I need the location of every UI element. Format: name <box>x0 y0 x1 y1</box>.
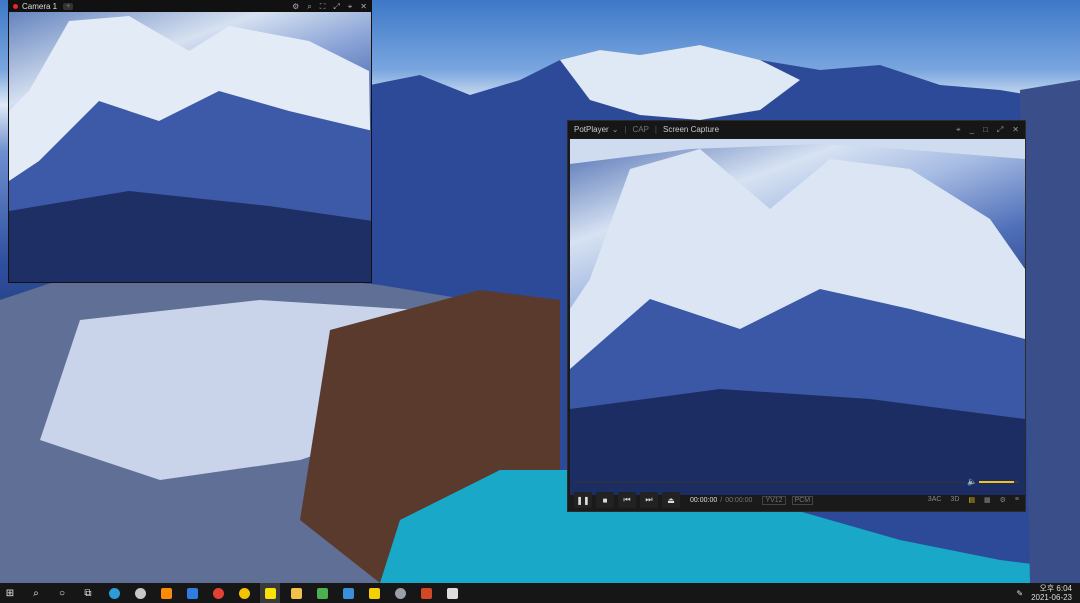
system-tray: ✎ 오후 6:04 2021-06-23 <box>1016 584 1080 602</box>
windows-start-icon[interactable]: ⊞ <box>0 583 20 603</box>
pen-icon[interactable]: ✎ <box>1016 589 1023 598</box>
time-total: 00:00:00 <box>725 496 753 504</box>
store-icon[interactable] <box>442 583 462 603</box>
edge-icon[interactable] <box>104 583 124 603</box>
app-globe-icon[interactable] <box>390 583 410 603</box>
record-indicator-icon <box>13 4 18 9</box>
pin-icon[interactable]: ⌖ <box>348 2 353 12</box>
playlist-icon[interactable]: ▦ <box>984 496 991 504</box>
camera-title: Camera 1 <box>22 2 58 11</box>
control-bar: ❚❚ ■ ⏮ ⏭ ⏏ 00:00:00 / 00:00:00 YV12 PCM … <box>568 489 1025 511</box>
seek-bar[interactable]: 🔈 <box>570 477 1025 487</box>
fit-icon[interactable]: ⛶ <box>320 2 326 12</box>
camera-preview <box>9 16 371 282</box>
app-a-icon[interactable] <box>130 583 150 603</box>
seek-track[interactable] <box>574 482 965 483</box>
volume-fill <box>979 481 1015 483</box>
audio-format-badge: PCM <box>791 495 814 505</box>
captured-frame <box>570 139 1025 495</box>
clock-time: 오후 6:04 <box>1039 584 1072 593</box>
cortana-icon[interactable]: ○ <box>52 583 72 603</box>
chevron-down-icon[interactable]: ⌄ <box>612 125 619 134</box>
minimize-icon[interactable]: _ <box>970 125 974 135</box>
gear-icon[interactable]: ⚙ <box>1000 496 1006 504</box>
file-explorer-icon[interactable] <box>286 583 306 603</box>
app-note-icon[interactable] <box>364 583 384 603</box>
potplayer-window[interactable]: PotPlayer ⌄ | CAP | Screen Capture ⌖ _ □… <box>567 120 1026 512</box>
chrome-icon[interactable] <box>208 583 228 603</box>
sublime-icon[interactable] <box>156 583 176 603</box>
photos-icon[interactable] <box>338 583 358 603</box>
stop-button[interactable]: ■ <box>596 492 614 508</box>
menu-icon[interactable]: ≡ <box>1015 496 1019 504</box>
app-green-icon[interactable] <box>312 583 332 603</box>
maximize-icon[interactable]: □ <box>983 125 988 135</box>
time-current: 00:00:00 <box>690 496 718 504</box>
camera-overlay-window[interactable]: Camera 1 + ⚙ ⌕ ⛶ ⤢ ⌖ ✕ <box>8 0 372 283</box>
search-icon[interactable]: ⌕ <box>26 583 46 603</box>
player-title-bar: PotPlayer ⌄ | CAP | Screen Capture ⌖ _ □… <box>568 121 1025 138</box>
eject-button[interactable]: ⏏ <box>662 492 680 508</box>
fullscreen-icon[interactable]: ⤢ <box>997 125 1003 135</box>
video-area[interactable] <box>570 139 1025 495</box>
taskbar: ⊞ ⌕ ○ ⧉ ✎ 오후 6:04 2021-06-23 <box>0 583 1080 603</box>
app-yellow-icon[interactable] <box>234 583 254 603</box>
camera-add-button[interactable]: + <box>63 3 74 10</box>
volume-icon[interactable]: 🔈 <box>967 477 977 486</box>
todo-icon[interactable] <box>182 583 202 603</box>
video-format-badge: YV12 <box>762 495 786 505</box>
desktop-wallpaper: Camera 1 + ⚙ ⌕ ⛶ ⤢ ⌖ ✕ PotPlayer ⌄ | CAP… <box>0 0 1080 583</box>
fullscreen-icon[interactable]: ⤢ <box>333 2 339 12</box>
volume-slider[interactable] <box>979 481 1019 483</box>
close-icon[interactable]: ✕ <box>360 2 367 12</box>
task-view-icon[interactable]: ⧉ <box>78 583 98 603</box>
pause-button[interactable]: ❚❚ <box>574 492 592 508</box>
time-separator: / <box>720 496 723 504</box>
clock[interactable]: 오후 6:04 2021-06-23 <box>1031 584 1072 602</box>
app-menu-button[interactable]: PotPlayer <box>574 125 609 134</box>
gear-icon[interactable]: ⚙ <box>292 2 299 12</box>
3d-button[interactable]: 3D <box>950 496 959 504</box>
player-title: Screen Capture <box>663 125 720 134</box>
previous-button[interactable]: ⏮ <box>618 492 636 508</box>
capture-icon[interactable]: ▤ <box>968 496 975 504</box>
camera-title-bar: Camera 1 + ⚙ ⌕ ⛶ ⤢ ⌖ ✕ <box>9 1 371 12</box>
close-icon[interactable]: ✕ <box>1012 125 1019 135</box>
clock-date: 2021-06-23 <box>1031 593 1072 602</box>
zoom-icon[interactable]: ⌕ <box>307 2 311 12</box>
divider: | <box>624 125 627 134</box>
powerpoint-icon[interactable] <box>416 583 436 603</box>
next-button[interactable]: ⏭ <box>640 492 658 508</box>
kakaotalk-icon[interactable] <box>260 583 280 603</box>
mode-label: CAP <box>632 125 649 134</box>
pin-icon[interactable]: ⌖ <box>956 125 961 135</box>
divider: | <box>654 125 657 134</box>
audio-channel-button[interactable]: 3AC <box>928 496 942 504</box>
